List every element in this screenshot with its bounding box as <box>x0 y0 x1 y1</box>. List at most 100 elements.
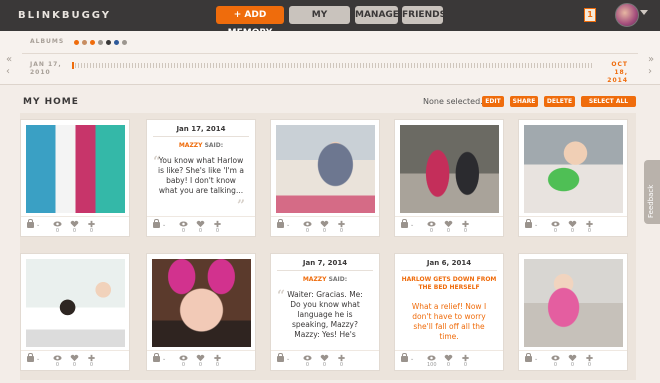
eye-icon[interactable] <box>551 354 560 362</box>
user-avatar[interactable] <box>615 3 639 27</box>
plus-icon[interactable] <box>337 354 346 362</box>
eye-icon[interactable] <box>179 220 188 228</box>
album-dot[interactable] <box>74 40 79 45</box>
add-memory-button[interactable]: + ADD MEMORY <box>216 6 284 38</box>
note-date: Jan 6, 2014 <box>426 259 472 267</box>
headline-note[interactable]: Jan 6, 2014 HARLOW GETS DOWN FROM THE BE… <box>395 254 503 354</box>
edit-button[interactable]: EDIT <box>482 96 504 107</box>
heart-icon[interactable] <box>320 354 329 362</box>
heart-icon[interactable] <box>196 220 205 228</box>
privacy-chevron-icon[interactable]: ⌄ <box>410 356 414 362</box>
memory-card[interactable]: ⌄ 0 0 0 <box>146 253 256 371</box>
timeline-marker[interactable] <box>72 62 74 69</box>
heart-icon[interactable] <box>70 220 79 228</box>
chevron-down-icon[interactable] <box>640 10 648 15</box>
heart-icon[interactable] <box>320 220 329 228</box>
privacy-chevron-icon[interactable]: ⌄ <box>534 222 538 228</box>
chevron-left-icon[interactable]: ‹ <box>6 66 10 77</box>
photo-thumbnail[interactable] <box>26 259 125 347</box>
lock-icon[interactable] <box>277 219 284 228</box>
lock-icon[interactable] <box>525 219 532 228</box>
quote-note[interactable]: Jan 7, 2014 MAZZY SAID: “ Waiter: Gracia… <box>271 254 379 354</box>
lock-icon[interactable] <box>153 353 160 362</box>
memory-card[interactable]: Jan 7, 2014 MAZZY SAID: “ Waiter: Gracia… <box>270 253 380 371</box>
photo-thumbnail[interactable] <box>400 125 499 213</box>
privacy-chevron-icon[interactable]: ⌄ <box>162 222 166 228</box>
notification-badge[interactable]: 1 <box>584 8 596 22</box>
plus-icon[interactable] <box>585 354 594 362</box>
heart-icon[interactable] <box>568 354 577 362</box>
plus-icon[interactable] <box>337 220 346 228</box>
plus-icon[interactable] <box>461 354 470 362</box>
album-dot[interactable] <box>106 40 111 45</box>
delete-button[interactable]: DELETE <box>544 96 575 107</box>
timeline-track[interactable] <box>72 63 592 68</box>
photo-thumbnail[interactable] <box>524 259 623 347</box>
eye-icon[interactable] <box>303 354 312 362</box>
photo-thumbnail[interactable] <box>26 125 125 213</box>
privacy-chevron-icon[interactable]: ⌄ <box>410 222 414 228</box>
lock-icon[interactable] <box>401 219 408 228</box>
plus-icon[interactable] <box>461 220 470 228</box>
album-dot[interactable] <box>82 40 87 45</box>
privacy-chevron-icon[interactable]: ⌄ <box>162 356 166 362</box>
likes-count: 0 <box>72 228 77 234</box>
plus-icon[interactable] <box>87 354 96 362</box>
photo-thumbnail[interactable] <box>152 259 251 347</box>
lock-icon[interactable] <box>525 353 532 362</box>
memory-card[interactable]: Jan 6, 2014 HARLOW GETS DOWN FROM THE BE… <box>394 253 504 371</box>
heart-icon[interactable] <box>568 220 577 228</box>
privacy-chevron-icon[interactable]: ⌄ <box>36 356 40 362</box>
plus-icon[interactable] <box>213 220 222 228</box>
lock-icon[interactable] <box>27 353 34 362</box>
heart-icon[interactable] <box>444 220 453 228</box>
album-dot[interactable] <box>98 40 103 45</box>
likes-count: 0 <box>570 228 575 234</box>
chevron-double-right-icon[interactable]: » <box>648 54 654 65</box>
photo-thumbnail[interactable] <box>276 125 375 213</box>
eye-icon[interactable] <box>53 354 62 362</box>
lock-icon[interactable] <box>277 353 284 362</box>
privacy-chevron-icon[interactable]: ⌄ <box>534 356 538 362</box>
app-logo[interactable]: BLINKBUGGY <box>18 10 111 21</box>
eye-icon[interactable] <box>179 354 188 362</box>
heart-icon[interactable] <box>444 354 453 362</box>
privacy-chevron-icon[interactable]: ⌄ <box>286 222 290 228</box>
plus-icon[interactable] <box>87 220 96 228</box>
memory-card[interactable]: ⌄ 0 0 0 <box>20 253 130 371</box>
feedback-label[interactable]: Feedback <box>647 185 655 218</box>
album-dot[interactable] <box>90 40 95 45</box>
chevron-double-left-icon[interactable]: « <box>6 54 12 65</box>
memory-card[interactable]: ⌄ 0 0 0 <box>270 119 380 237</box>
album-dot[interactable] <box>114 40 119 45</box>
quote-note[interactable]: Jan 17, 2014 MAZZY SAID: “ You know what… <box>147 120 255 220</box>
card-footer: ⌄ 0 0 0 <box>271 216 379 236</box>
eye-icon[interactable] <box>303 220 312 228</box>
memory-card[interactable]: ⌄ 0 0 0 <box>518 253 628 371</box>
privacy-chevron-icon[interactable]: ⌄ <box>36 222 40 228</box>
album-dot[interactable] <box>122 40 127 45</box>
memory-card[interactable]: ⌄ 0 0 0 <box>20 119 130 237</box>
select-all-button[interactable]: SELECT ALL <box>581 96 636 107</box>
eye-icon[interactable] <box>551 220 560 228</box>
lock-icon[interactable] <box>401 353 408 362</box>
heart-icon[interactable] <box>70 354 79 362</box>
plus-icon[interactable] <box>213 354 222 362</box>
lock-icon[interactable] <box>27 219 34 228</box>
friends-button[interactable]: FRIENDS <box>402 6 446 24</box>
plus-icon[interactable] <box>585 220 594 228</box>
eye-icon[interactable] <box>53 220 62 228</box>
photo-thumbnail[interactable] <box>524 125 623 213</box>
memory-card[interactable]: ⌄ 0 0 0 <box>394 119 504 237</box>
manage-button[interactable]: MANAGE <box>355 6 399 24</box>
chevron-right-icon[interactable]: › <box>648 66 652 77</box>
my-memories-button[interactable]: MY MEMORIES <box>289 6 350 38</box>
memory-card[interactable]: Jan 17, 2014 MAZZY SAID: “ You know what… <box>146 119 256 237</box>
eye-icon[interactable] <box>427 354 436 362</box>
privacy-chevron-icon[interactable]: ⌄ <box>286 356 290 362</box>
memory-card[interactable]: ⌄ 0 0 0 <box>518 119 628 237</box>
heart-icon[interactable] <box>196 354 205 362</box>
share-button[interactable]: SHARE <box>510 96 538 107</box>
lock-icon[interactable] <box>153 219 160 228</box>
eye-icon[interactable] <box>427 220 436 228</box>
